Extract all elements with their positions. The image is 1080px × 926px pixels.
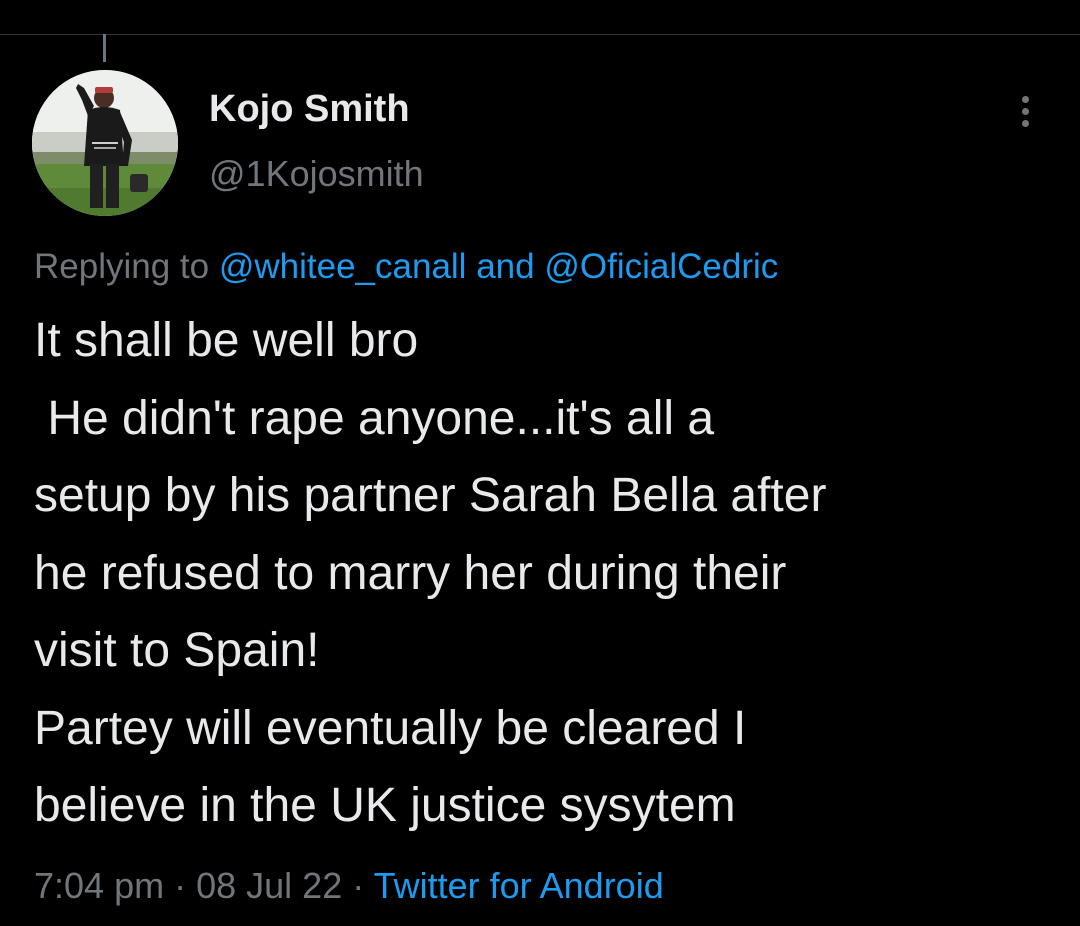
author-handle[interactable]: @1Kojosmith <box>209 153 424 195</box>
replying-to-label: Replying to <box>34 247 210 286</box>
tweet-text-line: visit to Spain! <box>34 624 320 677</box>
tweet-date[interactable]: 08 Jul 22 <box>196 865 342 906</box>
thread-connector-line <box>103 34 106 62</box>
tweet-text-line: he refused to marry her during their <box>34 546 787 600</box>
replying-conjunction[interactable]: and <box>476 247 534 286</box>
more-vertical-icon <box>1022 96 1029 103</box>
avatar[interactable] <box>32 70 178 216</box>
tweet-text-line: Partey will eventually be cleared I <box>34 701 747 755</box>
tweet-text-line: setup by his partner Sarah Bella after <box>34 469 827 522</box>
tweet-time[interactable]: 7:04 pm <box>34 865 164 906</box>
tweet-source-link[interactable]: Twitter for Android <box>374 865 664 906</box>
mention-link-whitee-canall[interactable]: @whitee_canall <box>219 247 467 286</box>
divider <box>0 34 1080 35</box>
tweet-text-line: believe in the UK justice sysytem <box>34 779 736 832</box>
more-options-button[interactable] <box>1008 92 1042 132</box>
tweet-metadata: 7:04 pm · 08 Jul 22 · Twitter for Androi… <box>34 865 664 907</box>
mention-link-oficialcedric[interactable]: @OficialCedric <box>544 247 778 286</box>
replying-to-line: Replying to @whitee_canall and @OficialC… <box>34 247 778 287</box>
tweet-text-line: It shall be well bro <box>34 314 419 367</box>
tweet-text: It shall be well bro He didn't rape anyo… <box>34 302 1054 845</box>
meta-separator: · <box>352 865 365 906</box>
author-display-name[interactable]: Kojo Smith <box>209 88 410 131</box>
profile-photo-icon <box>32 70 178 216</box>
tweet-text-line: He didn't rape anyone...it's all a <box>34 391 715 445</box>
meta-separator: · <box>174 865 187 906</box>
